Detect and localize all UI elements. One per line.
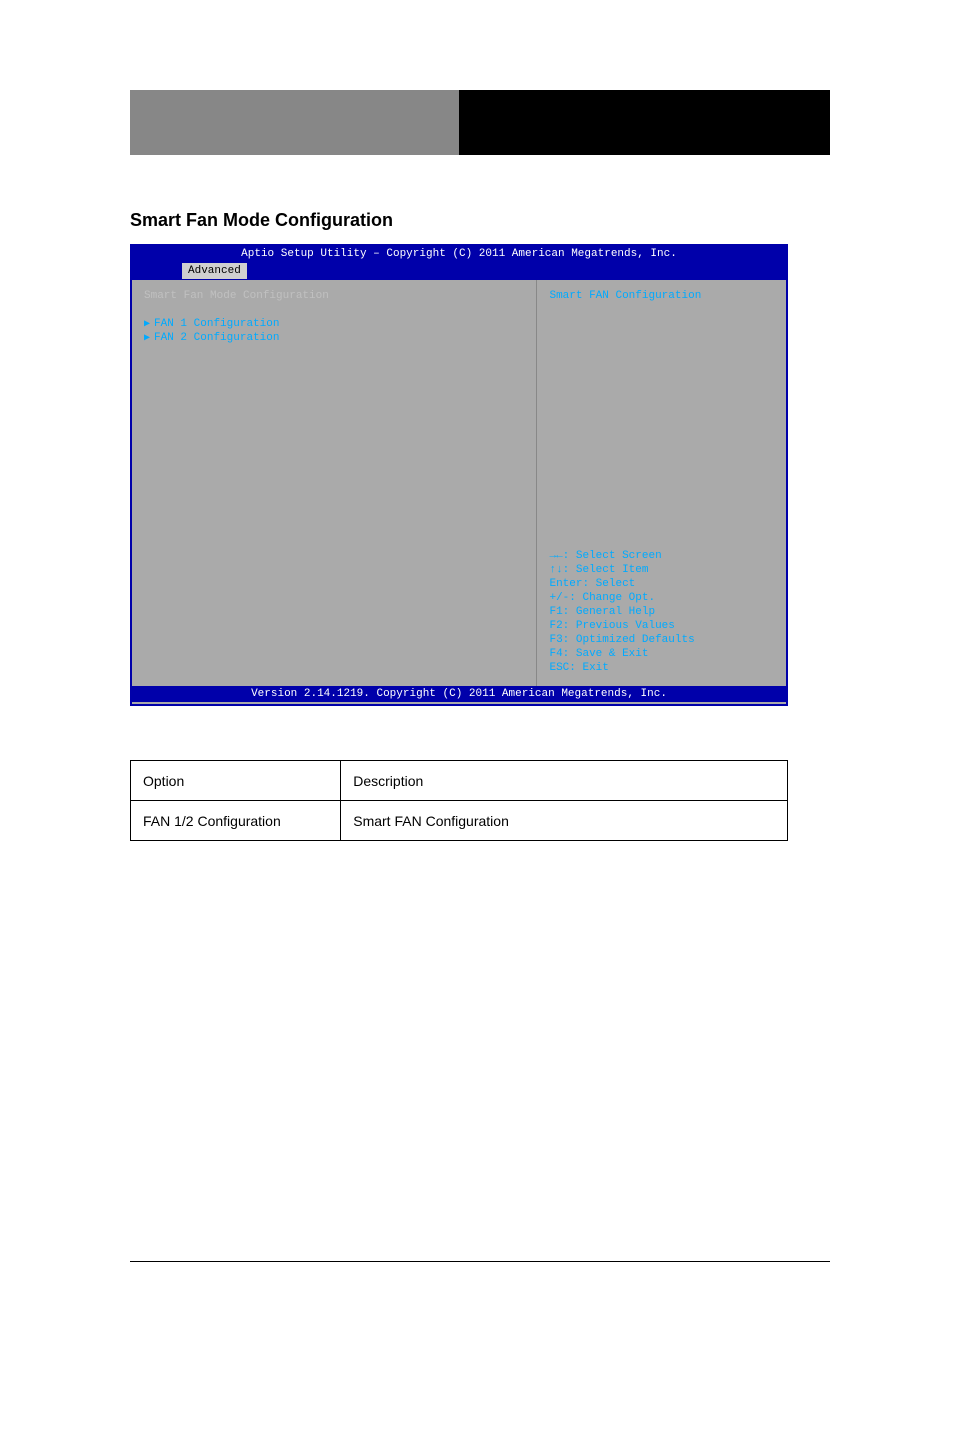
section-heading: Smart Fan Mode Configuration	[130, 210, 393, 231]
bios-left-title: Smart Fan Mode Configuration	[144, 290, 524, 302]
bios-right-panel: Smart FAN Configuration →←: Select Scree…	[537, 280, 786, 686]
header-bar	[130, 90, 830, 155]
table-cell-option: FAN 1/2 Configuration	[131, 801, 341, 841]
bios-left-panel: Smart Fan Mode Configuration ▶ FAN 1 Con…	[132, 280, 537, 686]
help-line: ESC: Exit	[549, 662, 774, 674]
table-header-row: Option Description	[131, 761, 788, 801]
help-line: →←: Select Screen	[549, 550, 774, 562]
table-header-option: Option	[131, 761, 341, 801]
help-line: F3: Optimized Defaults	[549, 634, 774, 646]
bios-body: Smart Fan Mode Configuration ▶ FAN 1 Con…	[132, 280, 786, 686]
page-footer-line	[130, 1261, 830, 1262]
table-cell-description: Smart FAN Configuration	[341, 801, 788, 841]
table-header-description: Description	[341, 761, 788, 801]
bios-title: Aptio Setup Utility – Copyright (C) 2011…	[132, 246, 786, 262]
table-row: FAN 1/2 Configuration Smart FAN Configur…	[131, 801, 788, 841]
help-line: ↑↓: Select Item	[549, 564, 774, 576]
help-line: +/-: Change Opt.	[549, 592, 774, 604]
bios-help-section: →←: Select Screen ↑↓: Select Item Enter:…	[549, 550, 774, 676]
triangle-right-icon: ▶	[144, 332, 150, 344]
help-line: F4: Save & Exit	[549, 648, 774, 660]
bios-tab-advanced[interactable]: Advanced	[182, 263, 247, 279]
options-table: Option Description FAN 1/2 Configuration…	[130, 760, 788, 841]
bios-tabs: Advanced	[132, 262, 786, 280]
bios-footer: Version 2.14.1219. Copyright (C) 2011 Am…	[132, 686, 786, 702]
bios-menu-label: FAN 2 Configuration	[154, 332, 279, 344]
header-left	[130, 90, 459, 155]
bios-screen: Aptio Setup Utility – Copyright (C) 2011…	[130, 244, 788, 706]
bios-menu-label: FAN 1 Configuration	[154, 318, 279, 330]
help-line: Enter: Select	[549, 578, 774, 590]
help-line: F1: General Help	[549, 606, 774, 618]
help-line: F2: Previous Values	[549, 620, 774, 632]
bios-help-title: Smart FAN Configuration	[549, 290, 774, 302]
bios-menu-fan2[interactable]: ▶ FAN 2 Configuration	[144, 332, 524, 344]
bios-menu-fan1[interactable]: ▶ FAN 1 Configuration	[144, 318, 524, 330]
triangle-right-icon: ▶	[144, 318, 150, 330]
header-right	[459, 90, 830, 155]
